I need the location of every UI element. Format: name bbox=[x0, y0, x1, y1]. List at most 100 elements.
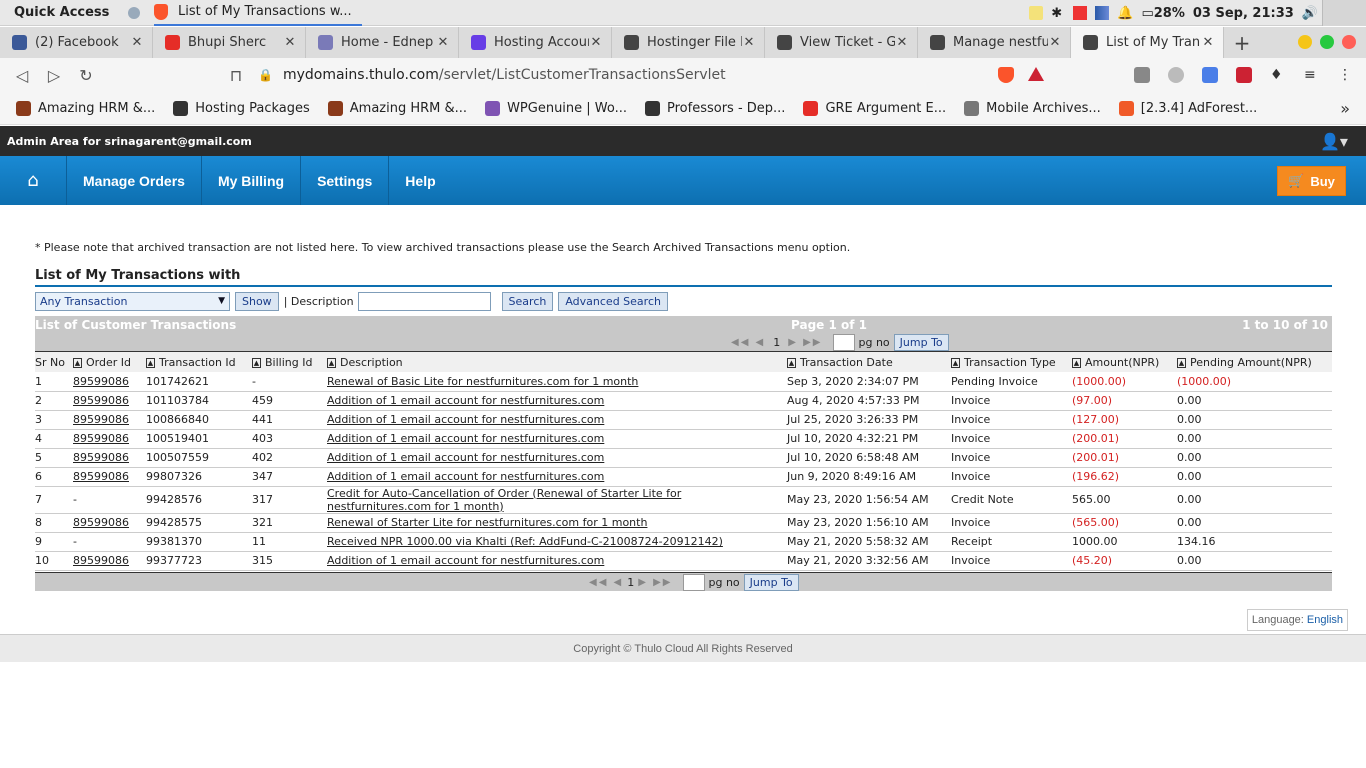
bookmark-item[interactable]: Professors - Dep... bbox=[645, 100, 785, 116]
clock[interactable]: 03 Sep, 21:33 bbox=[1193, 6, 1294, 21]
description-link[interactable]: Credit for Auto-Cancellation of Order (R… bbox=[327, 487, 681, 513]
forward-icon[interactable]: ▷ bbox=[38, 59, 70, 91]
browser-tab[interactable]: Bhupi Sherc ✕ bbox=[153, 27, 306, 58]
quick-access-label[interactable]: Quick Access bbox=[14, 5, 124, 20]
close-icon[interactable]: ✕ bbox=[1048, 35, 1062, 50]
order-id-link[interactable]: 89599086 bbox=[73, 516, 129, 529]
bookmark-item[interactable]: Amazing HRM &... bbox=[327, 100, 467, 116]
new-tab-button[interactable]: + bbox=[1224, 27, 1260, 58]
browser-tab[interactable]: Hosting Accour ✕ bbox=[459, 27, 612, 58]
column-header[interactable]: ▲ Transaction Type bbox=[951, 352, 1072, 372]
sort-icon[interactable]: ▲ bbox=[1072, 357, 1081, 368]
bookmark-item[interactable]: Mobile Archives... bbox=[964, 100, 1101, 116]
description-link[interactable]: Renewal of Basic Lite for nestfurnitures… bbox=[327, 375, 638, 388]
nav-help[interactable]: Help bbox=[389, 156, 451, 205]
transaction-type-select[interactable]: Any Transaction ▼ bbox=[35, 291, 230, 311]
description-link[interactable]: Addition of 1 email account for nestfurn… bbox=[327, 432, 604, 445]
workspace-switcher[interactable] bbox=[1322, 0, 1366, 26]
column-header[interactable]: ▲ Billing Id bbox=[252, 352, 327, 372]
column-header[interactable]: ▲ Transaction Id bbox=[146, 352, 252, 372]
browser-tab[interactable]: Hostinger File M ✕ bbox=[612, 27, 765, 58]
nav-settings[interactable]: Settings bbox=[301, 156, 390, 205]
bookmark-item[interactable]: Amazing HRM &... bbox=[16, 100, 155, 116]
order-id-link[interactable]: 89599086 bbox=[73, 375, 129, 388]
vpn-extension-icon[interactable] bbox=[1134, 67, 1150, 83]
volume-icon[interactable]: 🔊 bbox=[1302, 6, 1318, 21]
antivirus-icon[interactable] bbox=[1073, 6, 1088, 20]
close-icon[interactable]: ✕ bbox=[436, 35, 450, 50]
description-link[interactable]: Addition of 1 email account for nestfurn… bbox=[327, 394, 604, 407]
advanced-search-button[interactable]: Advanced Search bbox=[558, 291, 668, 311]
column-header[interactable]: ▲ Pending Amount(NPR) bbox=[1177, 352, 1332, 372]
browser-tab[interactable]: (2) Facebook ✕ bbox=[0, 27, 153, 58]
jump-to-button[interactable]: Jump To bbox=[743, 574, 799, 591]
next-last-arrows-icon[interactable]: ▶ ▶▶ bbox=[788, 337, 822, 348]
order-id-link[interactable]: 89599086 bbox=[73, 554, 129, 567]
nav-manage-orders[interactable]: Manage Orders bbox=[67, 156, 202, 205]
ethereum-icon[interactable]: ♦ bbox=[1270, 67, 1286, 83]
page-number-input[interactable] bbox=[832, 334, 855, 351]
brave-shields-icon[interactable] bbox=[998, 67, 1014, 83]
minimize-icon[interactable] bbox=[1298, 35, 1312, 49]
browser-tab[interactable]: Home - Ednep ✕ bbox=[306, 27, 459, 58]
back-icon[interactable]: ◁ bbox=[6, 59, 38, 91]
first-prev-arrows-icon[interactable]: ◀◀ ◀ bbox=[589, 577, 623, 588]
page-number-input[interactable] bbox=[682, 574, 705, 591]
first-prev-arrows-icon[interactable]: ◀◀ ◀ bbox=[731, 337, 765, 348]
next-last-arrows-icon[interactable]: ▶ ▶▶ bbox=[638, 577, 672, 588]
show-button[interactable]: Show bbox=[235, 291, 279, 311]
order-id-link[interactable]: 89599086 bbox=[73, 413, 129, 426]
sort-icon[interactable]: ▲ bbox=[951, 357, 960, 368]
close-icon[interactable]: ✕ bbox=[742, 35, 756, 50]
bookmark-item[interactable]: GRE Argument E... bbox=[803, 100, 946, 116]
close-icon[interactable]: ✕ bbox=[283, 35, 297, 50]
close-icon[interactable]: ✕ bbox=[895, 35, 909, 50]
close-window-icon[interactable] bbox=[1342, 35, 1356, 49]
description-link[interactable]: Received NPR 1000.00 via Khalti (Ref: Ad… bbox=[327, 535, 723, 548]
order-id-link[interactable]: 89599086 bbox=[73, 394, 129, 407]
active-window-title[interactable]: List of My Transactions w... bbox=[154, 0, 362, 26]
menu-icon[interactable]: ⋮ bbox=[1338, 67, 1354, 83]
description-link[interactable]: Renewal of Starter Lite for nestfurnitur… bbox=[327, 516, 647, 529]
signal-icon[interactable] bbox=[1095, 6, 1110, 20]
reload-icon[interactable]: ↻ bbox=[70, 59, 102, 91]
home-icon[interactable]: ⌂ bbox=[0, 156, 67, 205]
brave-rewards-icon[interactable] bbox=[1028, 67, 1044, 81]
order-id-link[interactable]: 89599086 bbox=[73, 470, 129, 483]
sort-icon[interactable]: ▲ bbox=[252, 357, 261, 368]
column-header[interactable]: ▲ Order Id bbox=[73, 352, 146, 372]
jump-to-button[interactable]: Jump To bbox=[893, 334, 949, 351]
cloud-extension-icon[interactable] bbox=[1168, 67, 1184, 83]
description-link[interactable]: Addition of 1 email account for nestfurn… bbox=[327, 451, 604, 464]
bell-icon[interactable]: 🔔 bbox=[1117, 6, 1133, 21]
bluetooth-icon[interactable]: ✱ bbox=[1051, 6, 1065, 21]
vivaldi-extension-icon[interactable] bbox=[1236, 67, 1252, 83]
close-icon[interactable]: ✕ bbox=[589, 35, 603, 50]
description-link[interactable]: Addition of 1 email account for nestfurn… bbox=[327, 554, 604, 567]
description-link[interactable]: Addition of 1 email account for nestfurn… bbox=[327, 470, 604, 483]
network-app-icon[interactable] bbox=[126, 5, 142, 21]
bookmarks-overflow-icon[interactable]: » bbox=[1340, 99, 1350, 118]
bookmark-item[interactable]: WPGenuine | Wo... bbox=[485, 100, 627, 116]
user-menu-icon[interactable]: 👤▾ bbox=[1320, 132, 1348, 151]
notes-icon[interactable] bbox=[1029, 6, 1044, 20]
sort-icon[interactable]: ▲ bbox=[146, 357, 155, 368]
sort-icon[interactable]: ▲ bbox=[327, 357, 336, 368]
browser-tab[interactable]: List of My Tran ✕ bbox=[1071, 27, 1224, 58]
browser-tab[interactable]: Manage nestfur ✕ bbox=[918, 27, 1071, 58]
bookmark-icon[interactable]: ⊓ bbox=[220, 59, 252, 91]
language-value[interactable]: English bbox=[1307, 614, 1343, 626]
column-header[interactable]: ▲ Description bbox=[327, 352, 787, 372]
translate-icon[interactable] bbox=[1202, 67, 1218, 83]
nav-my-billing[interactable]: My Billing bbox=[202, 156, 302, 205]
address-bar[interactable]: 🔒 mydomains.thulo.com/servlet/ListCustom… bbox=[258, 62, 1050, 88]
search-button[interactable]: Search bbox=[501, 291, 554, 311]
battery-indicator[interactable]: ▭28% bbox=[1141, 6, 1184, 21]
sort-icon[interactable]: ▲ bbox=[1177, 357, 1186, 368]
bookmark-item[interactable]: Hosting Packages bbox=[173, 100, 310, 116]
column-header[interactable]: ▲ Transaction Date bbox=[787, 352, 951, 372]
order-id-link[interactable]: 89599086 bbox=[73, 451, 129, 464]
bookmark-item[interactable]: [2.3.4] AdForest... bbox=[1118, 100, 1257, 116]
close-icon[interactable]: ✕ bbox=[1201, 35, 1215, 50]
column-header[interactable]: ▲ Amount(NPR) bbox=[1072, 352, 1177, 372]
